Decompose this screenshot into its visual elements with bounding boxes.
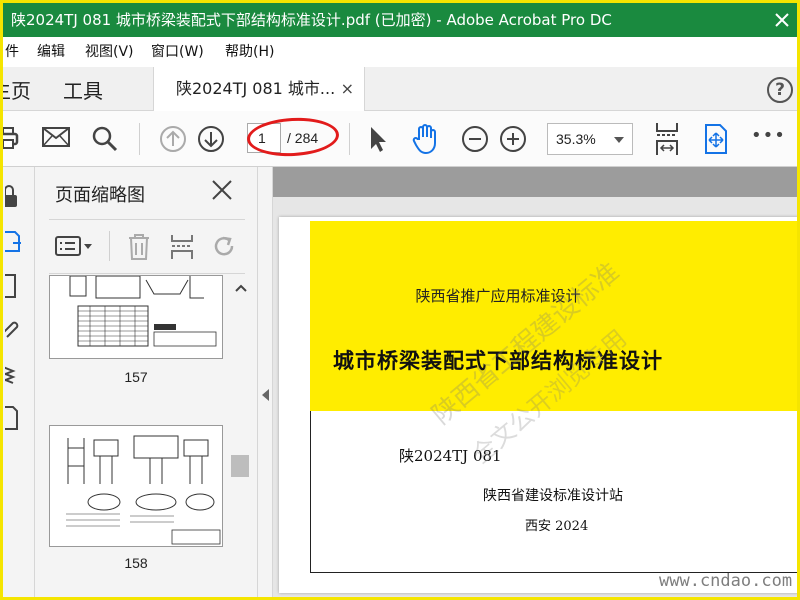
zoom-value: 35.3%	[556, 131, 596, 147]
scroll-mode-icon[interactable]	[703, 123, 729, 155]
tab-document[interactable]: 陕2024TJ 081 城市... ×	[153, 67, 365, 111]
cover-subtitle: 陕西省推广应用标准设计	[415, 287, 581, 305]
document-code: 陕2024TJ 081	[399, 447, 502, 465]
panel-divider	[49, 219, 245, 220]
chevron-up-icon[interactable]	[235, 283, 247, 293]
tab-tools[interactable]: 工具	[63, 75, 103, 104]
panel-title: 页面缩略图	[55, 185, 145, 206]
toolbar-separator	[349, 123, 350, 155]
zoom-in-icon[interactable]	[499, 125, 527, 153]
trash-icon[interactable]	[127, 233, 151, 261]
bookmark-icon[interactable]	[5, 273, 25, 299]
panel-collapse-handle[interactable]	[257, 167, 273, 597]
thumbnail-page-number: 158	[124, 555, 148, 571]
panel-toolbar	[35, 225, 257, 265]
document-place-year: 西安 2024	[525, 519, 589, 534]
previous-page-edge	[273, 167, 797, 197]
cover-banner: 陕西省推广应用标准设计 城市桥梁装配式下部结构标准设计	[310, 221, 797, 411]
menu-file[interactable]: 件	[5, 37, 19, 67]
arrow-down-circle-icon[interactable]	[197, 125, 225, 153]
panel-separator	[109, 231, 110, 261]
window-title: 陕2024TJ 081 城市桥梁装配式下部结构标准设计.pdf (已加密) - …	[11, 11, 612, 29]
site-watermark: www.cndao.com	[659, 571, 793, 591]
hand-icon[interactable]	[411, 123, 441, 155]
window-close-icon[interactable]	[773, 11, 791, 29]
more-tools-icon[interactable]: •••	[751, 125, 786, 146]
layers-icon[interactable]	[5, 361, 25, 387]
navigation-strip	[3, 167, 35, 597]
pointer-icon[interactable]	[367, 125, 389, 153]
page-thumbnails-panel: 页面缩略图 157 158	[35, 167, 257, 597]
menu-view[interactable]: 视图(V)	[85, 37, 134, 67]
print-icon[interactable]	[0, 125, 21, 151]
thumbnail-drawing	[69, 276, 217, 347]
rotate-icon[interactable]	[211, 233, 237, 259]
chevron-left-icon	[262, 389, 269, 401]
title-bar: 陕2024TJ 081 城市桥梁装配式下部结构标准设计.pdf (已加密) - …	[3, 3, 797, 37]
thumbnail-page-number: 157	[124, 369, 148, 385]
tab-bar: 主页 工具 陕2024TJ 081 城市... × ?	[3, 67, 797, 111]
menu-edit[interactable]: 编辑	[37, 37, 65, 67]
insert-pages-icon[interactable]	[169, 233, 195, 261]
panel-divider	[49, 273, 245, 274]
thumbnail-drawing	[66, 435, 221, 545]
document-organization: 陕西省建设标准设计站	[483, 488, 623, 504]
scrollbar-thumb[interactable]	[231, 455, 249, 477]
pdf-page: 陕西省推广应用标准设计 城市桥梁装配式下部结构标准设计 陕2024TJ 081 …	[279, 217, 797, 593]
tab-close-icon[interactable]: ×	[341, 67, 354, 111]
close-icon[interactable]	[211, 179, 233, 201]
zoom-out-icon[interactable]	[461, 125, 489, 153]
page-number-input[interactable]: 1	[247, 123, 281, 153]
attachment-icon[interactable]	[5, 317, 25, 343]
arrow-up-circle-icon[interactable]	[159, 125, 187, 153]
cover-title: 城市桥梁装配式下部结构标准设计	[333, 349, 663, 373]
zoom-select[interactable]: 35.3%	[547, 123, 633, 155]
document-icon[interactable]	[5, 405, 25, 431]
toolbar: 1 / 284 35.3% •••	[3, 111, 797, 167]
page-navigator: 1 / 284	[247, 123, 343, 153]
page-thumbnails-icon[interactable]	[5, 229, 25, 255]
fit-page-icon[interactable]	[653, 121, 681, 157]
tab-document-label: 陕2024TJ 081 城市...	[176, 79, 336, 98]
mail-icon[interactable]	[41, 125, 71, 149]
page-thumbnail[interactable]	[49, 275, 223, 359]
menu-bar: 件 编辑 视图(V) 窗口(W) 帮助(H)	[3, 37, 797, 67]
search-icon[interactable]	[91, 125, 119, 153]
menu-help[interactable]: 帮助(H)	[225, 37, 274, 67]
lock-icon[interactable]	[5, 185, 25, 211]
document-view[interactable]: 陕西省推广应用标准设计 城市桥梁装配式下部结构标准设计 陕2024TJ 081 …	[273, 167, 797, 597]
chevron-down-icon	[614, 137, 624, 143]
toolbar-separator	[139, 123, 140, 155]
thumbnail-scrollbar[interactable]	[231, 279, 251, 597]
page-thumbnail[interactable]	[49, 425, 223, 547]
menu-window[interactable]: 窗口(W)	[151, 37, 204, 67]
page-total: / 284	[287, 130, 319, 146]
help-icon[interactable]: ?	[767, 77, 793, 103]
tab-home[interactable]: 主页	[3, 75, 31, 104]
options-menu-icon[interactable]	[55, 235, 95, 257]
acrobat-window: 陕2024TJ 081 城市桥梁装配式下部结构标准设计.pdf (已加密) - …	[0, 0, 800, 600]
